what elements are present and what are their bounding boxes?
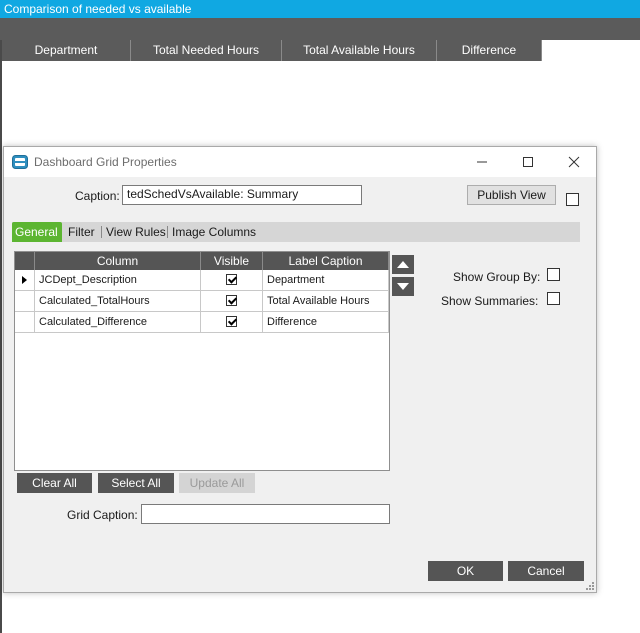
bg-col-total-needed-hours[interactable]: Total Needed Hours — [131, 40, 282, 61]
grid-header: Column Visible Label Caption — [15, 252, 389, 270]
row-column-name[interactable]: Calculated_Difference — [35, 312, 201, 333]
row-visible-cell[interactable] — [201, 291, 263, 312]
app-left-strip — [0, 40, 2, 633]
visible-checkbox[interactable] — [226, 295, 237, 306]
show-group-by-label: Show Group By: — [453, 270, 541, 284]
update-all-button[interactable]: Update All — [179, 473, 255, 493]
app-title: Comparison of needed vs available — [4, 2, 192, 16]
grid-header-label-caption[interactable]: Label Caption — [263, 252, 389, 270]
close-icon — [568, 156, 580, 168]
bg-col-difference[interactable]: Difference — [437, 40, 542, 61]
publish-view-button[interactable]: Publish View — [467, 185, 556, 205]
bg-col-total-available-hours[interactable]: Total Available Hours — [282, 40, 437, 61]
close-button[interactable] — [551, 147, 597, 177]
tab-image-columns[interactable]: Image Columns — [169, 222, 259, 242]
show-group-by-checkbox[interactable] — [547, 268, 560, 281]
clear-all-button[interactable]: Clear All — [17, 473, 92, 493]
row-label-caption[interactable]: Department — [263, 270, 389, 291]
move-down-button[interactable] — [392, 277, 414, 296]
row-visible-cell[interactable] — [201, 312, 263, 333]
grid-header-column[interactable]: Column — [35, 252, 201, 270]
show-summaries-label: Show Summaries: — [441, 294, 539, 308]
grid-header-indicator — [15, 252, 35, 270]
table-row[interactable]: Calculated_Difference Difference — [15, 312, 389, 333]
tab-general[interactable]: General — [12, 222, 62, 242]
publish-view-checkbox[interactable] — [566, 193, 579, 206]
row-pointer-icon — [22, 276, 27, 284]
row-indicator[interactable] — [15, 270, 35, 291]
tab-strip: General Filter View Rules Image Columns — [12, 222, 580, 242]
row-visible-cell[interactable] — [201, 270, 263, 291]
grid-header-visible[interactable]: Visible — [201, 252, 263, 270]
dialog-title: Dashboard Grid Properties — [34, 155, 177, 169]
table-row[interactable]: JCDept_Description Department — [15, 270, 389, 291]
show-summaries-checkbox[interactable] — [547, 292, 560, 305]
maximize-button[interactable] — [505, 147, 551, 177]
tab-view-rules[interactable]: View Rules — [103, 222, 169, 242]
columns-grid[interactable]: Column Visible Label Caption JCDept_Desc… — [14, 251, 390, 471]
minimize-icon — [477, 161, 487, 163]
row-indicator[interactable] — [15, 291, 35, 312]
app-icon — [12, 155, 28, 169]
move-up-button[interactable] — [392, 255, 414, 274]
grid-caption-label: Grid Caption: — [67, 508, 138, 522]
cancel-button[interactable]: Cancel — [508, 561, 584, 581]
visible-checkbox[interactable] — [226, 316, 237, 327]
arrow-down-icon — [397, 283, 409, 290]
caption-label: Caption: — [75, 189, 120, 203]
row-column-name[interactable]: JCDept_Description — [35, 270, 201, 291]
bg-col-department[interactable]: Department — [2, 40, 131, 61]
visible-checkbox[interactable] — [226, 274, 237, 285]
dialog-title-bar[interactable]: Dashboard Grid Properties — [4, 147, 596, 177]
table-row[interactable]: Calculated_TotalHours Total Available Ho… — [15, 291, 389, 312]
select-all-button[interactable]: Select All — [98, 473, 174, 493]
arrow-up-icon — [397, 261, 409, 268]
caption-input[interactable]: tedSchedVsAvailable: Summary — [122, 185, 362, 205]
grid-caption-input[interactable] — [141, 504, 390, 524]
background-grid-header: Department Total Needed Hours Total Avai… — [2, 40, 542, 61]
row-label-caption[interactable]: Difference — [263, 312, 389, 333]
row-indicator[interactable] — [15, 312, 35, 333]
dashboard-grid-properties-dialog: Dashboard Grid Properties Caption: tedSc… — [3, 146, 597, 593]
app-toolbar — [0, 18, 640, 40]
app-title-bar: Comparison of needed vs available — [0, 0, 640, 18]
tab-filter[interactable]: Filter — [65, 222, 98, 242]
tab-separator — [101, 226, 102, 238]
row-column-name[interactable]: Calculated_TotalHours — [35, 291, 201, 312]
maximize-icon — [523, 157, 533, 167]
ok-button[interactable]: OK — [428, 561, 503, 581]
minimize-button[interactable] — [459, 147, 505, 177]
resize-grip-icon[interactable] — [586, 582, 594, 590]
row-label-caption[interactable]: Total Available Hours — [263, 291, 389, 312]
tab-separator — [167, 226, 168, 238]
